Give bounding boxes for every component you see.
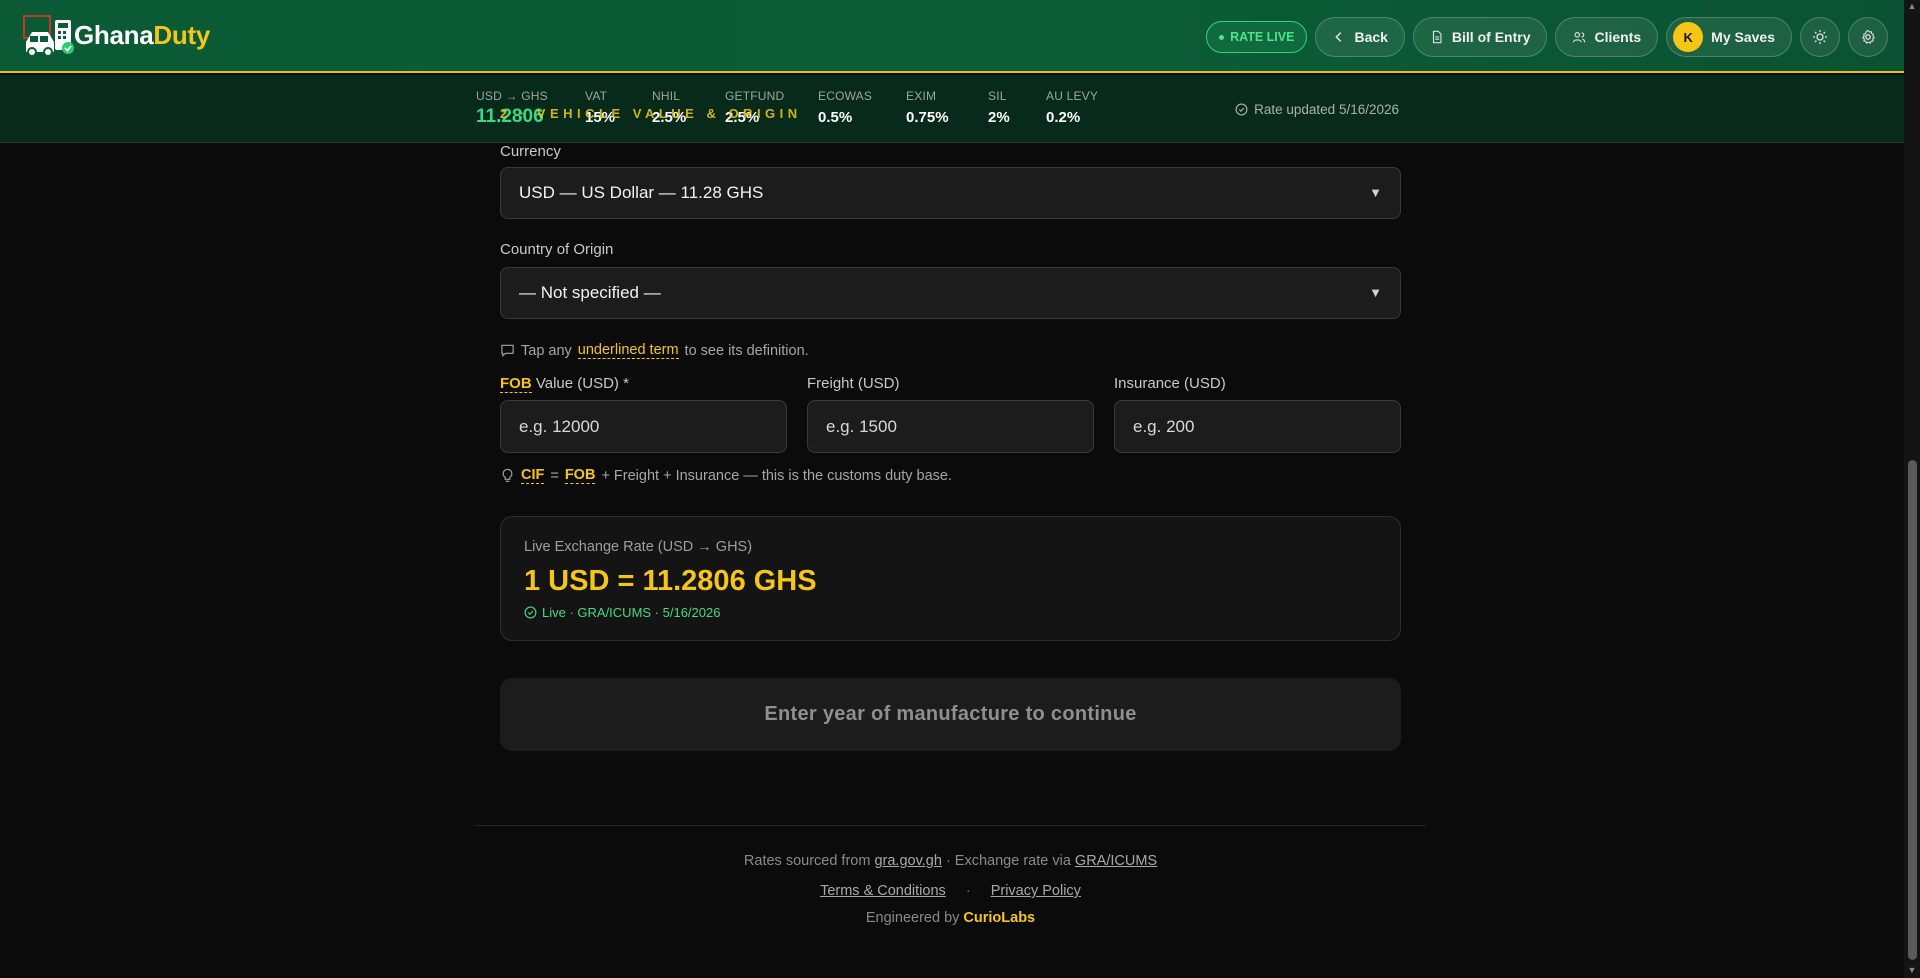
exchange-rate-card: Live Exchange Rate (USD → GHS) 1 USD = 1… bbox=[500, 516, 1401, 641]
footer-legal: Terms & Conditions · Privacy Policy bbox=[475, 883, 1426, 899]
brand-name-part1: Ghana bbox=[74, 19, 154, 50]
rate-label: NHIL bbox=[652, 89, 681, 103]
fob-label: FOB Value (USD) * bbox=[500, 375, 629, 393]
rate-live-label: RATE LIVE bbox=[1230, 30, 1295, 44]
exchange-rate-label: Live Exchange Rate (USD → GHS) bbox=[524, 539, 753, 555]
privacy-link[interactable]: Privacy Policy bbox=[991, 883, 1081, 899]
tax-rates-strip: USD → GHS 11.2806 VAT 15% NHIL 2.5% GETF… bbox=[0, 75, 1904, 143]
my-saves-button[interactable]: K My Saves bbox=[1666, 17, 1792, 57]
rate-ecowas: ECOWAS 0.5% bbox=[818, 89, 872, 126]
underlined-term-example[interactable]: underlined term bbox=[577, 342, 679, 359]
scroll-down-icon[interactable]: ▼ bbox=[1907, 966, 1917, 975]
rate-exim: EXIM 0.75% bbox=[906, 89, 949, 126]
gear-icon bbox=[1861, 29, 1875, 44]
rate-label: ECOWAS bbox=[818, 89, 873, 103]
rate-au-levy: AU LEVY 0.2% bbox=[1046, 89, 1098, 126]
fob-term[interactable]: FOB bbox=[500, 375, 532, 393]
fob-label-rest: Value (USD) * bbox=[535, 375, 629, 392]
fob-term-inline[interactable]: FOB bbox=[564, 467, 596, 484]
cif-hint: CIF = FOB + Freight + Insurance — this i… bbox=[500, 467, 952, 484]
cif-term[interactable]: CIF bbox=[521, 467, 545, 484]
bill-of-entry-label: Bill of Entry bbox=[1451, 29, 1531, 45]
users-icon bbox=[1573, 32, 1586, 43]
sun-icon bbox=[1813, 30, 1827, 44]
scroll-thumb[interactable] bbox=[1908, 460, 1917, 960]
freight-label: Freight (USD) bbox=[807, 375, 900, 392]
term-hint-post: to see its definition. bbox=[684, 342, 809, 359]
rate-label: GETFUND bbox=[725, 89, 785, 103]
origin-select[interactable]: — Not specified — ▼ bbox=[500, 267, 1401, 319]
rate-value: 0.75% bbox=[906, 109, 949, 126]
currency-label: Currency bbox=[500, 143, 561, 160]
curiolabs-link[interactable]: CurioLabs bbox=[963, 910, 1035, 926]
lightbulb-icon bbox=[502, 468, 513, 482]
chevron-down-icon: ▼ bbox=[1369, 185, 1382, 200]
rate-value: 0.5% bbox=[818, 109, 853, 126]
footer-sourced-pre: Rates sourced from bbox=[743, 853, 871, 869]
currency-select[interactable]: USD — US Dollar — 11.28 GHS ▼ bbox=[500, 167, 1401, 219]
term-hint: Tap any underlined term to see its defin… bbox=[500, 342, 809, 359]
document-icon bbox=[1432, 30, 1442, 44]
scrollbar[interactable]: ▲ ▼ bbox=[1904, 0, 1920, 978]
header-actions: RATE LIVE Back Bill of Entry Clients K M… bbox=[1206, 17, 1888, 57]
rate-label: VAT bbox=[585, 89, 608, 103]
back-label: Back bbox=[1354, 29, 1388, 45]
live-dot-icon bbox=[1219, 34, 1225, 40]
clients-button[interactable]: Clients bbox=[1555, 17, 1659, 57]
gra-link[interactable]: gra.gov.gh bbox=[874, 853, 941, 869]
scroll-up-icon[interactable]: ▲ bbox=[1907, 2, 1917, 11]
cif-explanation: + Freight + Insurance — this is the cust… bbox=[601, 467, 953, 484]
theme-toggle-button[interactable] bbox=[1800, 17, 1840, 57]
footer-separator: · bbox=[965, 883, 971, 899]
rate-label: SIL bbox=[988, 89, 1007, 103]
avatar: K bbox=[1673, 22, 1704, 52]
rate-updated-text: Rate updated 5/16/2026 bbox=[1254, 102, 1399, 117]
footer-sourced-mid: · Exchange rate via bbox=[945, 853, 1071, 869]
exchange-status-text: Live · GRA/ICUMS · 5/16/2026 bbox=[542, 605, 721, 620]
terms-link[interactable]: Terms & Conditions bbox=[820, 883, 946, 899]
fob-input[interactable]: e.g. 12000 bbox=[500, 400, 787, 453]
rate-label: AU LEVY bbox=[1046, 89, 1099, 103]
rate-updated: Rate updated 5/16/2026 bbox=[1235, 102, 1399, 117]
bill-of-entry-button[interactable]: Bill of Entry bbox=[1412, 17, 1548, 57]
logo-icon bbox=[22, 14, 82, 57]
footer-divider bbox=[475, 825, 1426, 826]
exchange-rate-status: Live · GRA/ICUMS · 5/16/2026 bbox=[524, 605, 720, 620]
rate-sil: SIL 2% bbox=[988, 89, 1010, 126]
currency-value: USD — US Dollar — 11.28 GHS bbox=[519, 183, 764, 202]
insurance-input[interactable]: e.g. 200 bbox=[1114, 400, 1401, 453]
rate-value: 0.2% bbox=[1046, 109, 1081, 126]
chevron-left-icon bbox=[1335, 32, 1342, 42]
icums-link[interactable]: GRA/ICUMS bbox=[1075, 853, 1157, 869]
exchange-rate-value: 1 USD = 11.2806 GHS bbox=[524, 565, 817, 597]
rate-label: EXIM bbox=[906, 89, 937, 103]
brand-name-part2: Duty bbox=[153, 19, 210, 50]
chevron-down-icon: ▼ bbox=[1369, 285, 1382, 300]
brand[interactable]: GhanaDuty bbox=[22, 14, 210, 57]
footer-sources: Rates sourced from gra.gov.gh · Exchange… bbox=[475, 853, 1426, 869]
origin-label: Country of Origin bbox=[500, 241, 614, 258]
origin-value: — Not specified — bbox=[519, 283, 661, 302]
term-hint-pre: Tap any bbox=[521, 342, 572, 359]
section-heading-overlay: 2 · VEHICLE VALUE & ORIGIN bbox=[500, 106, 802, 121]
rate-label: USD → GHS bbox=[476, 89, 548, 103]
rate-value: 2% bbox=[988, 109, 1010, 126]
footer-credit: Engineered by CurioLabs bbox=[475, 910, 1426, 926]
rate-live-badge[interactable]: RATE LIVE bbox=[1206, 21, 1308, 53]
engineered-by: Engineered by bbox=[865, 910, 960, 926]
freight-input[interactable]: e.g. 1500 bbox=[807, 400, 1094, 453]
brand-name: GhanaDuty bbox=[74, 20, 210, 51]
clients-label: Clients bbox=[1594, 29, 1642, 45]
insurance-label: Insurance (USD) bbox=[1114, 375, 1226, 392]
cif-equals: = bbox=[550, 467, 559, 484]
top-header: GhanaDuty RATE LIVE Back Bill of Entry C… bbox=[0, 0, 1904, 73]
check-circle-icon bbox=[524, 606, 537, 619]
chat-icon bbox=[501, 344, 514, 357]
my-saves-label: My Saves bbox=[1711, 29, 1775, 45]
settings-button[interactable] bbox=[1848, 17, 1888, 57]
back-button[interactable]: Back bbox=[1315, 17, 1405, 57]
continue-button[interactable]: Enter year of manufacture to continue bbox=[500, 678, 1401, 751]
check-circle-icon bbox=[1235, 103, 1248, 116]
